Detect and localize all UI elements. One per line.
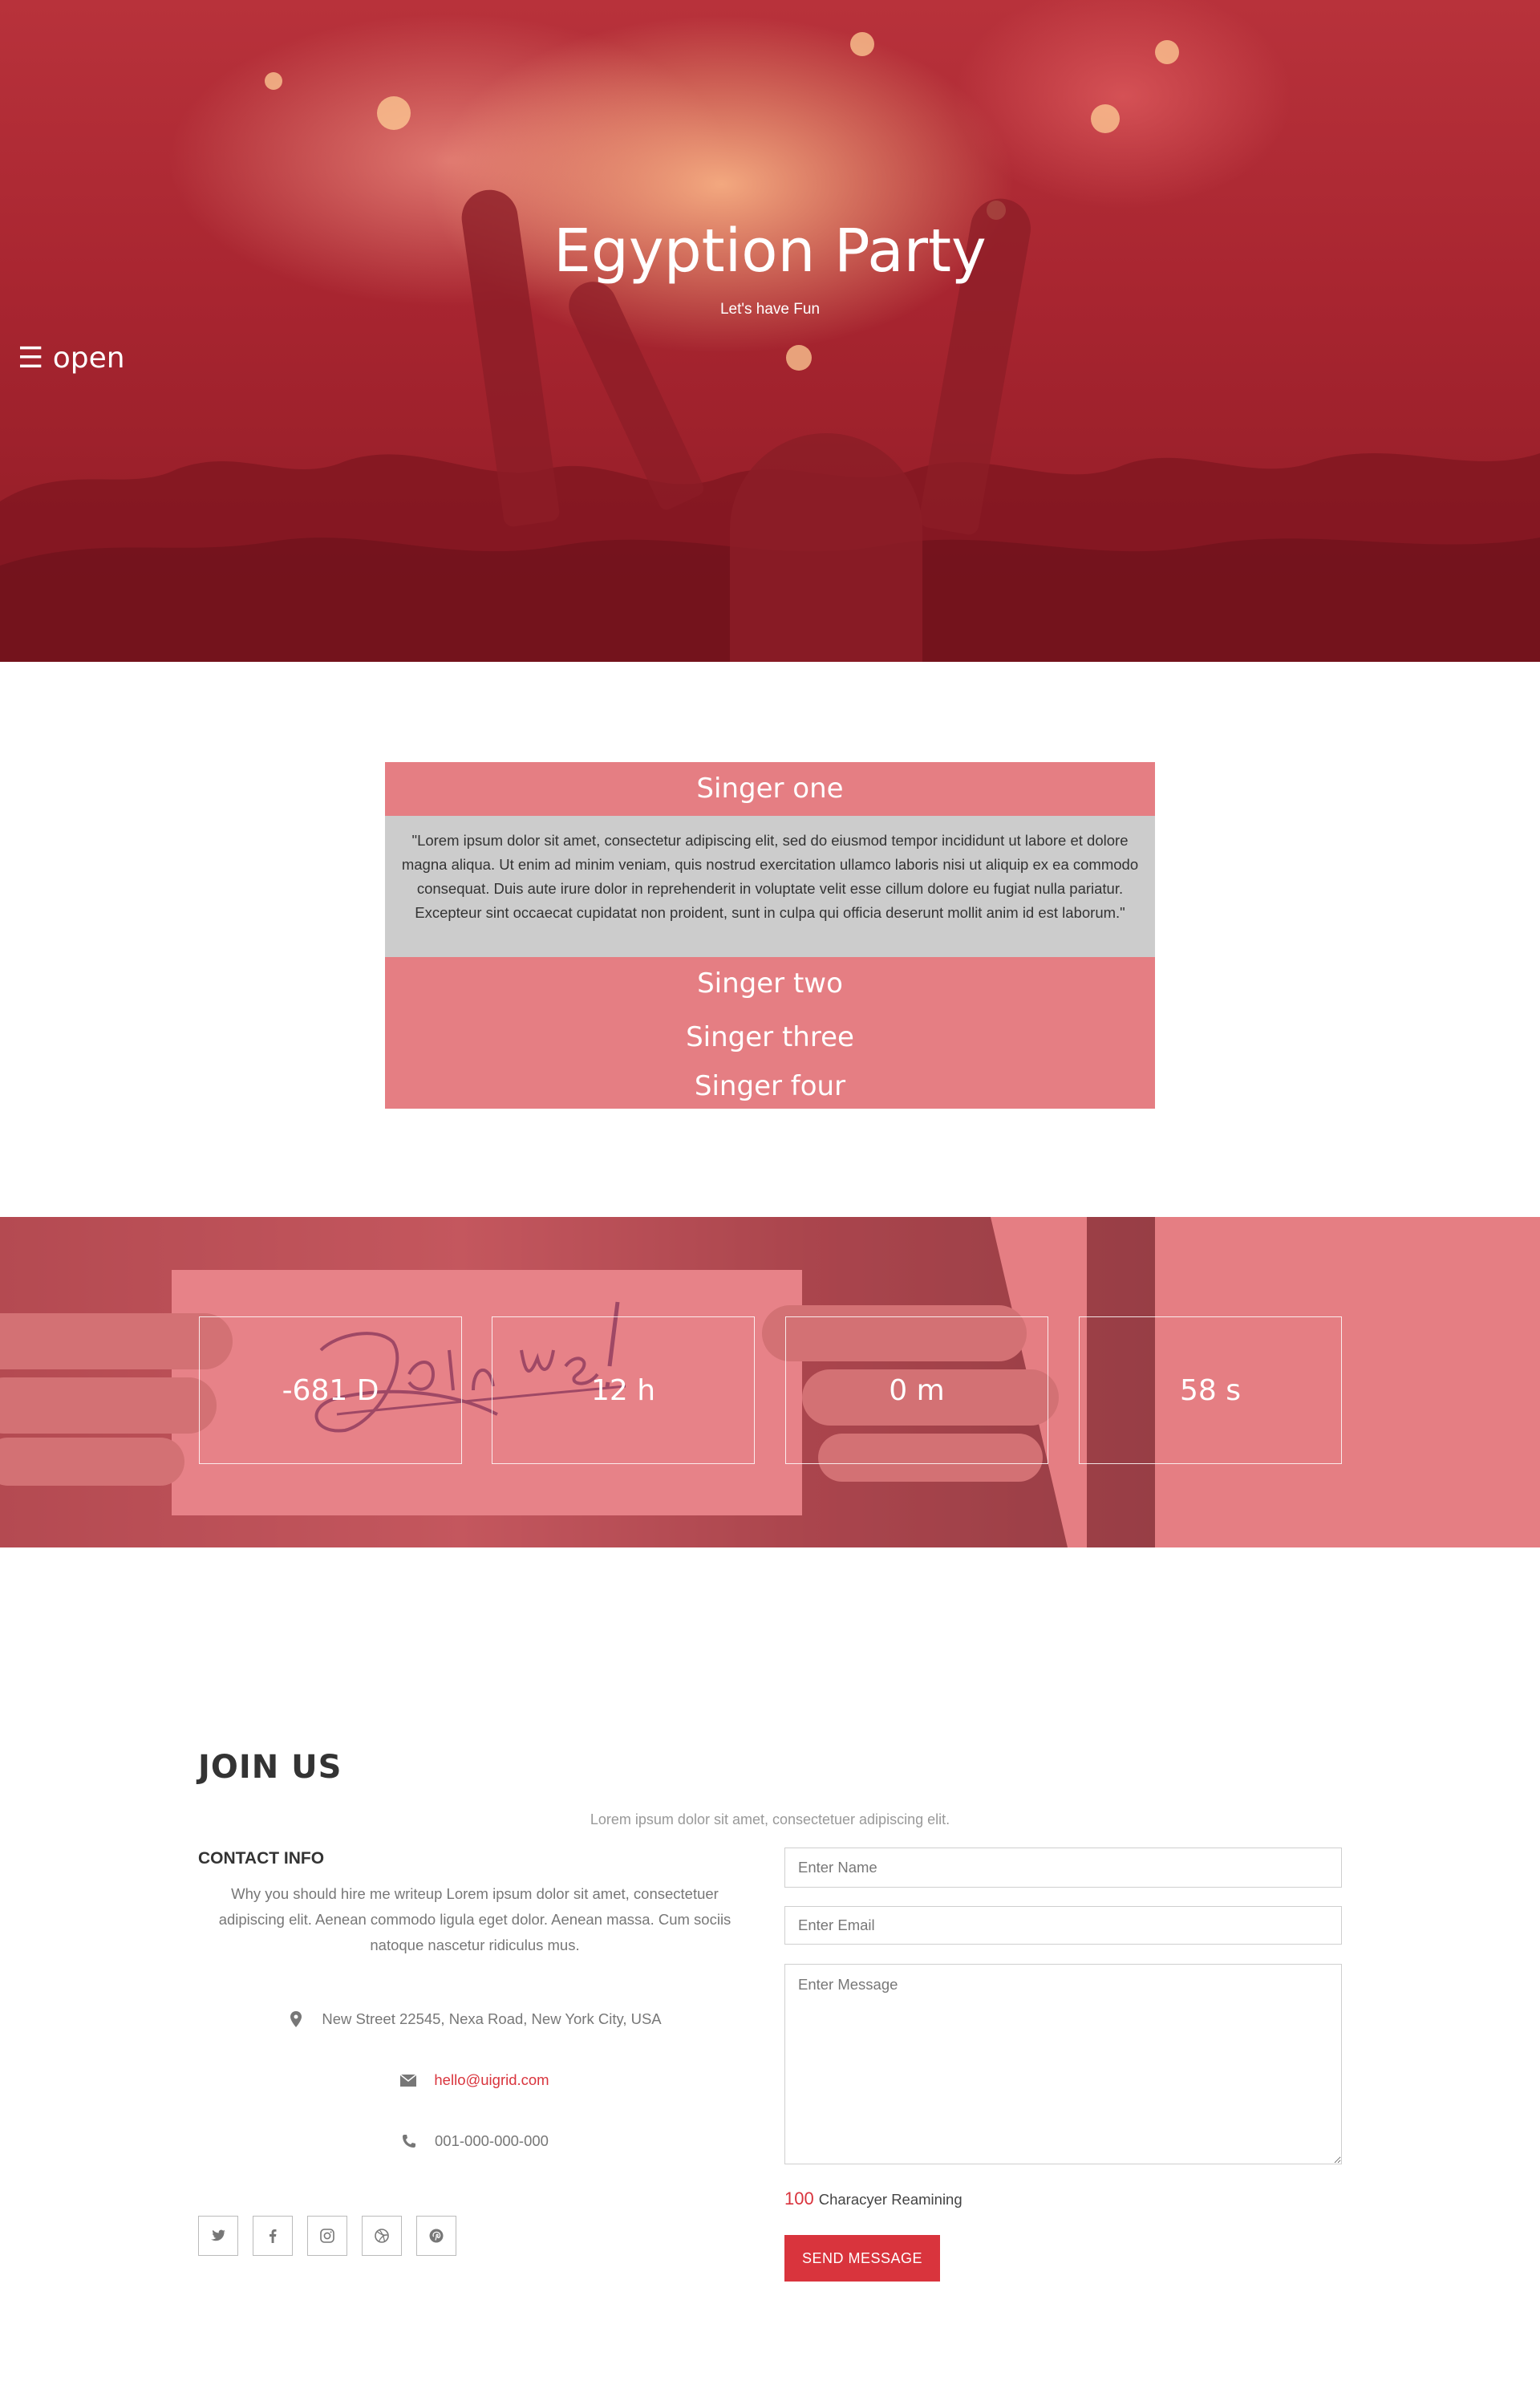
accordion-header-singer-four[interactable]: Singer four <box>385 1065 1155 1109</box>
contact-info-text: Why you should hire me writeup Lorem ips… <box>218 1885 732 1953</box>
stage-light <box>1155 40 1179 64</box>
head-silhouette <box>730 433 922 662</box>
email-input[interactable] <box>784 1906 1342 1945</box>
instagram-icon[interactable] <box>307 2216 347 2256</box>
contact-address: New Street 22545, Nexa Road, New York Ci… <box>198 2010 752 2028</box>
message-textarea[interactable] <box>784 1964 1342 2164</box>
address-text: New Street 22545, Nexa Road, New York Ci… <box>322 2010 662 2027</box>
stage-light <box>265 72 282 90</box>
twitter-icon[interactable] <box>198 2216 238 2256</box>
hamburger-label: ☰ open <box>18 342 125 375</box>
menu-open-toggle[interactable]: ☰ open <box>18 342 125 375</box>
map-pin-icon <box>288 2011 304 2027</box>
join-title: JOIN US <box>198 1749 342 1786</box>
facebook-icon[interactable] <box>253 2216 293 2256</box>
countdown-seconds: 58 s <box>1079 1316 1342 1464</box>
phone-text: 001-000-000-000 <box>435 2132 549 2149</box>
send-message-button[interactable]: SEND MESSAGE <box>784 2235 940 2282</box>
dribbble-icon[interactable] <box>362 2216 402 2256</box>
accordion-body-singer-one: "Lorem ipsum dolor sit amet, consectetur… <box>385 816 1155 957</box>
contact-email: hello@uigrid.com <box>198 2071 752 2089</box>
chars-remaining-count: 100 <box>784 2188 814 2209</box>
stage-light <box>850 32 874 56</box>
stage-light <box>377 96 411 130</box>
accordion-header-singer-one[interactable]: Singer one <box>385 762 1155 816</box>
singers-accordion: Singer one "Lorem ipsum dolor sit amet, … <box>385 762 1155 1109</box>
name-input[interactable] <box>784 1848 1342 1888</box>
countdown-section: -681 D 12 h 0 m 58 s <box>0 1217 1540 1547</box>
character-counter: 100 Characyer Reamining <box>784 2188 962 2209</box>
hero-title: Egyption Party <box>553 217 987 286</box>
hero-subtitle: Let's have Fun <box>719 301 821 318</box>
countdown-hours: 12 h <box>492 1316 755 1464</box>
phone-icon <box>401 2133 417 2149</box>
countdown-days: -681 D <box>199 1316 462 1464</box>
stage-light <box>786 345 812 371</box>
contact-info-title: CONTACT INFO <box>198 1849 325 1868</box>
contact-phone: 001-000-000-000 <box>198 2132 752 2150</box>
join-subtitle: Lorem ipsum dolor sit amet, consectetuer… <box>590 1811 950 1827</box>
pinterest-icon[interactable] <box>416 2216 456 2256</box>
social-links <box>198 2216 456 2256</box>
accordion-header-singer-two[interactable]: Singer two <box>385 957 1155 1011</box>
email-link[interactable]: hello@uigrid.com <box>434 2071 549 2089</box>
accordion-header-singer-three[interactable]: Singer three <box>385 1011 1155 1065</box>
envelope-icon <box>400 2072 417 2088</box>
countdown-minutes: 0 m <box>785 1316 1048 1464</box>
stage-light <box>1091 104 1120 133</box>
chars-remaining-label: Characyer Reamining <box>818 2191 962 2208</box>
hero-banner: Egyption Party Let's have Fun ☰ open <box>0 0 1540 662</box>
